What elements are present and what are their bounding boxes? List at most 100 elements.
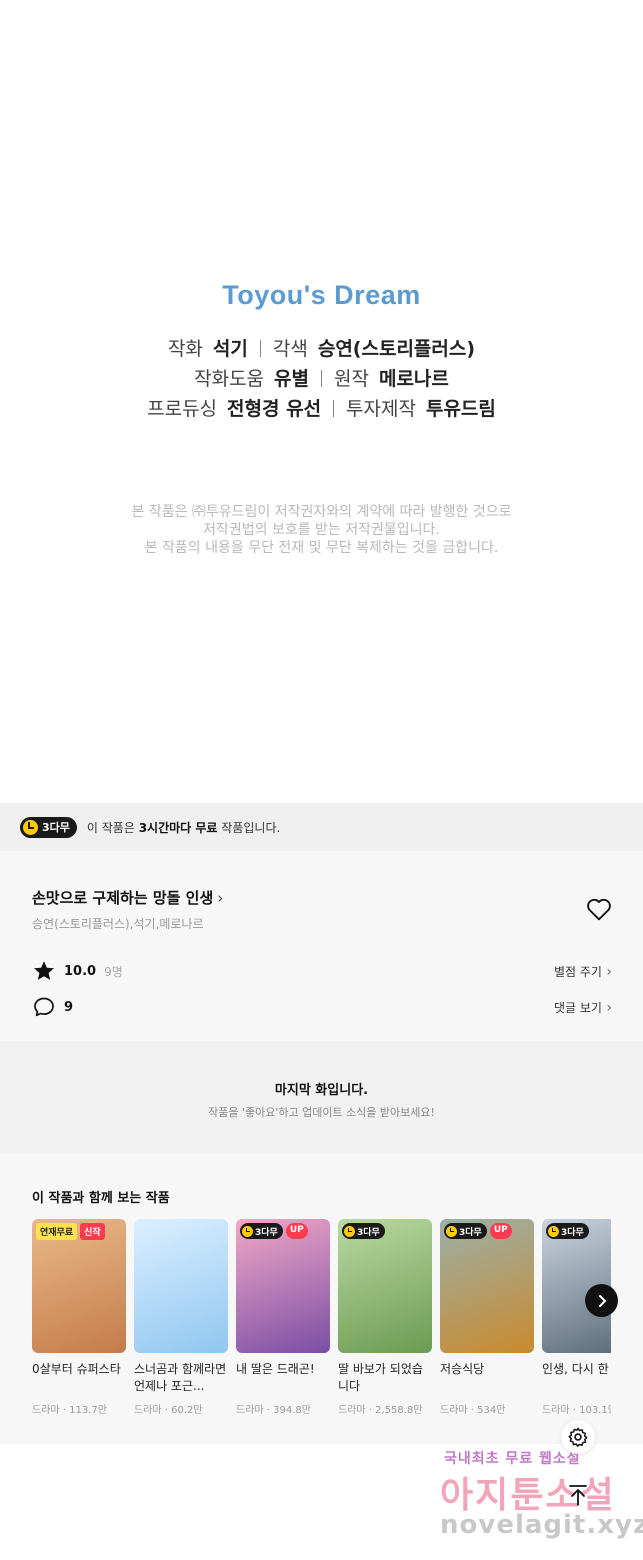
heart-icon[interactable] <box>586 897 612 921</box>
credit-divider <box>321 370 322 387</box>
credit-name: 전형경 유선 <box>227 398 322 420</box>
clock-icon <box>23 819 38 835</box>
cover-thumbnail: 3다무 UP <box>440 1219 534 1353</box>
free-text-bold: 3시간마다 무료 <box>138 820 218 835</box>
credit-name: 투유드림 <box>425 398 496 420</box>
work-title-link[interactable]: 손맛으로 구제하는 망돌 인생 › <box>32 887 223 908</box>
cover-badges: 연재무료 신작 <box>36 1223 105 1240</box>
chevron-right-icon: › <box>217 889 224 907</box>
cover-thumbnail: 3다무 UP <box>236 1219 330 1353</box>
free-banner: 3다무 이 작품은 3시간마다 무료 작품입니다. <box>0 803 643 851</box>
recommendation-card[interactable]: 3다무 UP 내 딸은 드래곤! 드라마 · 394.8만 <box>236 1219 330 1416</box>
card-title: 0살부터 슈퍼스타 <box>32 1362 121 1376</box>
cover-badges: 3다무 <box>342 1223 385 1239</box>
last-episode-subtitle: 작품을 '좋아요'하고 업데이트 소식을 받아보세요! <box>208 1106 435 1119</box>
credit-line: 작화 석기 각색 승연(스토리플러스) <box>0 334 643 361</box>
card-meta: 드라마 · 113.7만 <box>32 1405 107 1416</box>
credit-role: 작화 <box>167 338 203 360</box>
three-hour-free-badge: 3다무 <box>342 1223 385 1239</box>
view-comments-button[interactable]: 댓글 보기 <box>554 999 612 1016</box>
badge-label: 3다무 <box>42 821 70 834</box>
credit-name: 메로나르 <box>378 368 449 390</box>
arrow-up-icon <box>569 1485 587 1506</box>
work-title: 손맛으로 구제하는 망돌 인생 <box>32 889 214 907</box>
watermark-url: novelagit.xyz <box>440 1510 643 1540</box>
free-text-prefix: 이 작품은 <box>86 820 139 835</box>
card-meta: 드라마 · 2,558.8만 <box>338 1405 423 1416</box>
work-info: 손맛으로 구제하는 망돌 인생 › 승연(스토리플러스),석기,메로나르 10.0… <box>0 851 643 1041</box>
cover-thumbnail <box>134 1219 228 1353</box>
gear-icon <box>568 1427 588 1447</box>
free-serial-badge: 연재무료 <box>36 1223 78 1240</box>
rating-value: 10.0 <box>64 963 97 979</box>
badge-label: 3다무 <box>255 1227 278 1238</box>
clock-icon <box>344 1225 355 1237</box>
watermark-tagline: 국내최초 무료 웹소설 <box>444 1448 581 1468</box>
last-episode-notice: 마지막 화입니다. 작품을 '좋아요'하고 업데이트 소식을 받아보세요! <box>0 1041 643 1153</box>
recommendation-card[interactable]: 3다무인생, 다시 한 번드라마 · 103.1만 <box>542 1219 611 1416</box>
clock-icon <box>548 1225 559 1237</box>
card-meta: 드라마 · 394.8만 <box>236 1405 311 1416</box>
copyright-notice: 본 작품은 ㈜투유드림이 저작권자와의 계약에 따라 발행한 것으로 저작권법의… <box>0 503 643 557</box>
carousel-next-button[interactable] <box>585 1284 618 1317</box>
watermark-tagline-text: 국내최초 무료 <box>444 1451 540 1467</box>
comment-row: 9 댓글 보기 <box>32 995 612 1019</box>
update-badge: UP <box>285 1223 308 1239</box>
cover-badges: 3다무 UP <box>444 1223 512 1239</box>
credit-name: 승연(스토리플러스) <box>317 338 476 360</box>
update-badge: UP <box>489 1223 512 1239</box>
recommendation-card[interactable]: 스너곰과 함께라면 언제나 포근... 드라마 · 60.2만 <box>134 1219 228 1416</box>
copyright-line: 본 작품은 ㈜투유드림이 저작권자와의 계약에 따라 발행한 것으로 <box>131 504 512 520</box>
credit-line: 프로듀싱 전형경 유선 투자제작 투유드림 <box>0 394 643 421</box>
credit-name: 석기 <box>212 338 248 360</box>
star-icon <box>34 961 54 980</box>
card-meta: 드라마 · 103.1만 <box>542 1405 611 1416</box>
copyright-line: 본 작품의 내용을 무단 전재 및 무단 복제하는 것을 금합니다. <box>144 540 499 556</box>
cover-thumbnail: 연재무료 신작 <box>32 1219 126 1353</box>
work-authors: 승연(스토리플러스),석기,메로나르 <box>32 917 204 931</box>
three-hour-free-badge: 3다무 <box>546 1223 589 1239</box>
badge-label: 3다무 <box>459 1227 482 1238</box>
last-episode-title: 마지막 화입니다. <box>274 1083 369 1098</box>
free-banner-text: 이 작품은 3시간마다 무료 작품입니다. <box>87 819 280 836</box>
rater-count: 9명 <box>104 964 123 979</box>
recommendations-heading: 이 작품과 함께 보는 작품 <box>32 1191 170 1206</box>
chevron-right-icon <box>598 1294 606 1307</box>
card-title: 내 딸은 드래곤! <box>236 1362 315 1376</box>
scroll-top-button[interactable] <box>561 1478 595 1512</box>
credit-role: 프로듀싱 <box>147 398 218 420</box>
card-title: 딸 바보가 되었습니다 <box>338 1362 423 1393</box>
card-title: 스너곰과 함께라면 언제나 포근... <box>134 1362 227 1393</box>
credit-line: 작화도움 유별 원작 메로나르 <box>0 364 643 391</box>
clock-icon <box>446 1225 457 1237</box>
credit-role: 작화도움 <box>194 368 265 390</box>
settings-button[interactable] <box>561 1420 595 1454</box>
card-title: 저승식당 <box>440 1362 485 1376</box>
rate-button[interactable]: 별점 주기 <box>554 963 612 980</box>
three-hour-free-badge: 3다무 <box>20 816 77 838</box>
badge-label: 3다무 <box>561 1227 584 1238</box>
recommendations: 이 작품과 함께 보는 작품 연재무료 신작 0살부터 슈퍼스타드라마 · 113.… <box>0 1153 643 1444</box>
publisher-logo: Toyou's Dream <box>222 280 421 310</box>
credit-role: 투자제작 <box>346 398 416 420</box>
card-meta: 드라마 · 534만 <box>440 1405 506 1416</box>
three-hour-free-badge: 3다무 <box>240 1223 283 1239</box>
recommendation-card[interactable]: 3다무딸 바보가 되었습니다드라마 · 2,558.8만 <box>338 1219 432 1416</box>
credit-role: 각색 <box>272 338 308 360</box>
recommendation-card[interactable]: 연재무료 신작 0살부터 슈퍼스타드라마 · 113.7만 <box>32 1219 126 1416</box>
new-badge: 신작 <box>80 1223 105 1240</box>
credit-role: 원작 <box>334 368 369 390</box>
rating-row: 10.0 9명 별점 주기 <box>32 959 612 983</box>
recommendation-card[interactable]: 3다무 UP 저승식당드라마 · 534만 <box>440 1219 534 1416</box>
credit-name: 유별 <box>274 368 309 390</box>
comment-icon <box>34 997 54 1017</box>
comment-count: 9 <box>64 999 74 1015</box>
credit-divider <box>333 400 335 417</box>
cover-badges: 3다무 <box>546 1223 589 1239</box>
badge-label: 3다무 <box>357 1227 380 1238</box>
recommendation-carousel: 연재무료 신작 0살부터 슈퍼스타드라마 · 113.7만 스너곰과 함께라면 언제나… <box>32 1219 611 1439</box>
clock-icon <box>242 1225 253 1237</box>
card-meta: 드라마 · 60.2만 <box>134 1405 203 1416</box>
free-text-suffix: 작품입니다. <box>217 820 281 835</box>
copyright-line: 저작권법의 보호를 받는 저작권물입니다. <box>203 522 440 538</box>
